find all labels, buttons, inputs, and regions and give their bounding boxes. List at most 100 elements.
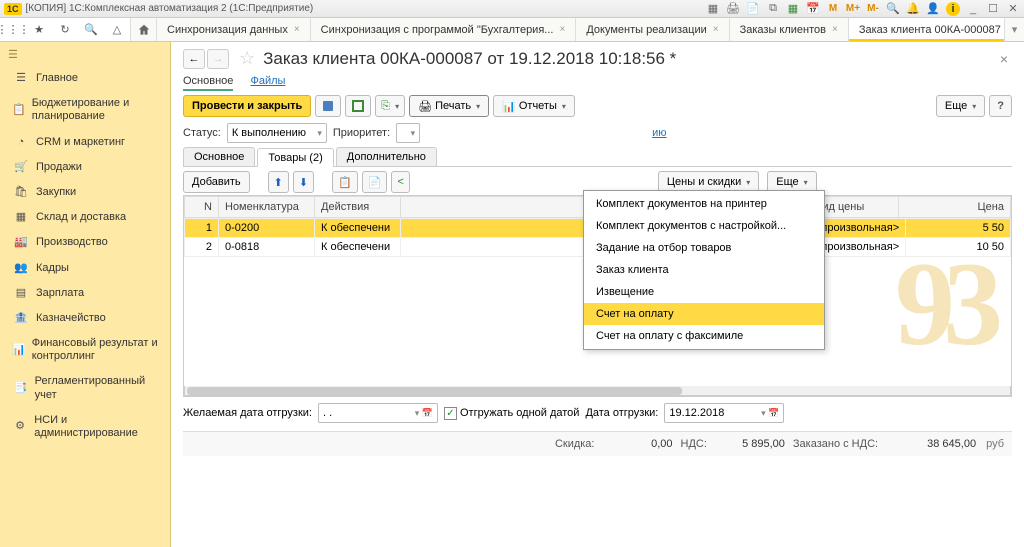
apps-icon[interactable]: ⋮⋮⋮	[0, 18, 26, 41]
paste-button[interactable]: 📄	[362, 171, 388, 193]
print-menu-invoice-fax[interactable]: Счет на оплату с факсимиле	[584, 325, 824, 347]
ship-single-date-checkbox[interactable]: ✓Отгружать одной датой	[444, 407, 579, 420]
sidebar-item-purchasing[interactable]: 🛍Закупки	[0, 180, 170, 205]
bell-icon[interactable]: 🔔	[906, 2, 920, 16]
print-menu-docs-printer[interactable]: Комплект документов на принтер	[584, 193, 824, 215]
export-button[interactable]: <	[391, 171, 409, 193]
vat-value: 5 895,00	[715, 438, 785, 450]
priority-combo[interactable]	[396, 123, 420, 143]
move-up-button[interactable]: ⬆	[268, 171, 289, 193]
reports-button[interactable]: 📊Отчеты▾	[493, 95, 575, 117]
wish-date-input[interactable]: . . ▾ 📅	[318, 403, 438, 423]
calendar-icon[interactable]: 📅	[806, 2, 820, 16]
favorite-star-icon[interactable]: ☆	[239, 48, 255, 69]
close-icon[interactable]: ×	[832, 24, 838, 35]
based-on-button[interactable]: ⎘▾	[375, 95, 405, 117]
tab-sync-accounting[interactable]: Синхронизация с программой "Бухгалтерия.…	[311, 18, 577, 41]
sidebar-item-hr[interactable]: 👥Кадры	[0, 256, 170, 281]
tab-sales-docs[interactable]: Документы реализации×	[576, 18, 729, 41]
inner-tabs: Основное Товары (2) Дополнительно	[183, 147, 1012, 167]
notify-icon[interactable]: △	[104, 18, 130, 41]
add-row-button[interactable]: Добавить	[183, 171, 250, 193]
sidebar-item-sales[interactable]: 🛒Продажи	[0, 155, 170, 180]
nav-back-button[interactable]: ←	[183, 49, 205, 69]
m-plus-icon[interactable]: M+	[846, 2, 860, 16]
sidebar-item-regaccount[interactable]: 📑Регламентированный учет	[0, 369, 170, 407]
print-menu-invoice[interactable]: Счет на оплату	[584, 303, 824, 325]
more-button[interactable]: Еще▾	[936, 95, 985, 117]
subtab-main[interactable]: Основное	[183, 75, 233, 91]
info-icon[interactable]: i	[946, 2, 960, 16]
sidebar-item-main[interactable]: ☰Главное	[0, 66, 170, 91]
user-icon[interactable]: 👤	[926, 2, 940, 16]
print-menu-order[interactable]: Заказ клиента	[584, 259, 824, 281]
sidebar-item-finresult[interactable]: 📊Финансовый результат и контроллинг	[0, 331, 170, 369]
search-icon[interactable]: 🔍	[78, 18, 104, 41]
status-label: Статус:	[183, 127, 221, 139]
col-act[interactable]: Действия	[315, 197, 401, 218]
inner-tab-goods[interactable]: Товары (2)	[257, 148, 333, 167]
calc-icon[interactable]: ▦	[786, 2, 800, 16]
sidebar-item-crm[interactable]: ◔CRM и маркетинг	[0, 130, 170, 155]
file-icon[interactable]: 📄	[746, 2, 760, 16]
people-icon: 👥	[12, 262, 30, 275]
pie-icon: ◔	[12, 136, 30, 149]
compare-icon[interactable]: ⧉	[766, 2, 780, 16]
close-page-icon[interactable]: ×	[996, 51, 1012, 67]
app-badge: 1C	[4, 3, 22, 15]
history-icon[interactable]: ↻	[52, 18, 78, 41]
inner-tab-main[interactable]: Основное	[183, 147, 255, 166]
vat-label: НДС:	[681, 438, 707, 450]
sidebar-item-production[interactable]: 🏭Производство	[0, 230, 170, 255]
col-price[interactable]: Цена	[899, 197, 1011, 218]
tab-sync-data[interactable]: Синхронизация данных×	[157, 18, 311, 41]
close-window-icon[interactable]: ✕	[1006, 2, 1020, 16]
print-menu-picking[interactable]: Задание на отбор товаров	[584, 237, 824, 259]
m-icon[interactable]: M	[826, 2, 840, 16]
agreement-link[interactable]: ию	[652, 127, 666, 139]
tab-order-current[interactable]: Заказ клиента 00КА-000087 от 19.12.2018 …	[849, 18, 1004, 41]
sidebar-item-warehouse[interactable]: ▦Склад и доставка	[0, 205, 170, 230]
search-small-icon[interactable]: 🔍	[886, 2, 900, 16]
maximize-icon[interactable]: ☐	[986, 2, 1000, 16]
move-down-button[interactable]: ⬇	[293, 171, 314, 193]
inner-tab-extra[interactable]: Дополнительно	[336, 147, 437, 166]
tabs-scroll-right-icon[interactable]: ▾	[1004, 18, 1024, 41]
subtab-files[interactable]: Файлы	[250, 75, 285, 89]
print-icon[interactable]: 🖨	[726, 2, 740, 16]
chart-icon: 📊	[12, 344, 26, 357]
print-menu-docs-settings[interactable]: Комплект документов с настройкой...	[584, 215, 824, 237]
post-button[interactable]	[345, 95, 371, 117]
save-button[interactable]	[315, 95, 341, 117]
ship-date-input[interactable]: 19.12.2018▾ 📅	[664, 403, 784, 423]
horizontal-scrollbar[interactable]	[184, 386, 1011, 396]
post-and-close-button[interactable]: Провести и закрыть	[183, 95, 311, 117]
close-icon[interactable]: ×	[559, 24, 565, 35]
m-minus-icon[interactable]: M-	[866, 2, 880, 16]
col-nom[interactable]: Номенклатура	[219, 197, 315, 218]
sidebar-toggle-icon[interactable]: ☰	[0, 42, 170, 66]
sidebar-item-admin[interactable]: ⚙НСИ и администрирование	[0, 408, 170, 446]
help-button[interactable]: ?	[989, 95, 1012, 117]
col-n[interactable]: N	[185, 197, 219, 218]
sidebar-item-salary[interactable]: ▤Зарплата	[0, 281, 170, 306]
bag-icon: 🛍	[12, 186, 30, 199]
home-icon[interactable]	[131, 18, 157, 41]
status-combo[interactable]: К выполнению	[227, 123, 327, 143]
titlebar-icon[interactable]: ▦	[706, 2, 720, 16]
close-icon[interactable]: ×	[294, 24, 300, 35]
sidebar-item-budgeting[interactable]: 📋Бюджетирование и планирование	[0, 91, 170, 129]
star-icon[interactable]: ★	[26, 18, 52, 41]
priority-label: Приоритет:	[333, 127, 390, 139]
gear-icon: ⚙	[12, 420, 28, 433]
minimize-icon[interactable]: _	[966, 2, 980, 16]
copy-button[interactable]: 📋	[332, 171, 358, 193]
close-icon[interactable]: ×	[713, 24, 719, 35]
home-menu-icon: ☰	[12, 72, 30, 85]
rows-icon: ▤	[12, 287, 30, 300]
print-button[interactable]: 🖨Печать▾	[409, 95, 489, 117]
print-menu-notice[interactable]: Извещение	[584, 281, 824, 303]
tab-customer-orders[interactable]: Заказы клиентов×	[730, 18, 849, 41]
nav-forward-button[interactable]: →	[207, 49, 229, 69]
sidebar-item-treasury[interactable]: 🏦Казначейство	[0, 306, 170, 331]
